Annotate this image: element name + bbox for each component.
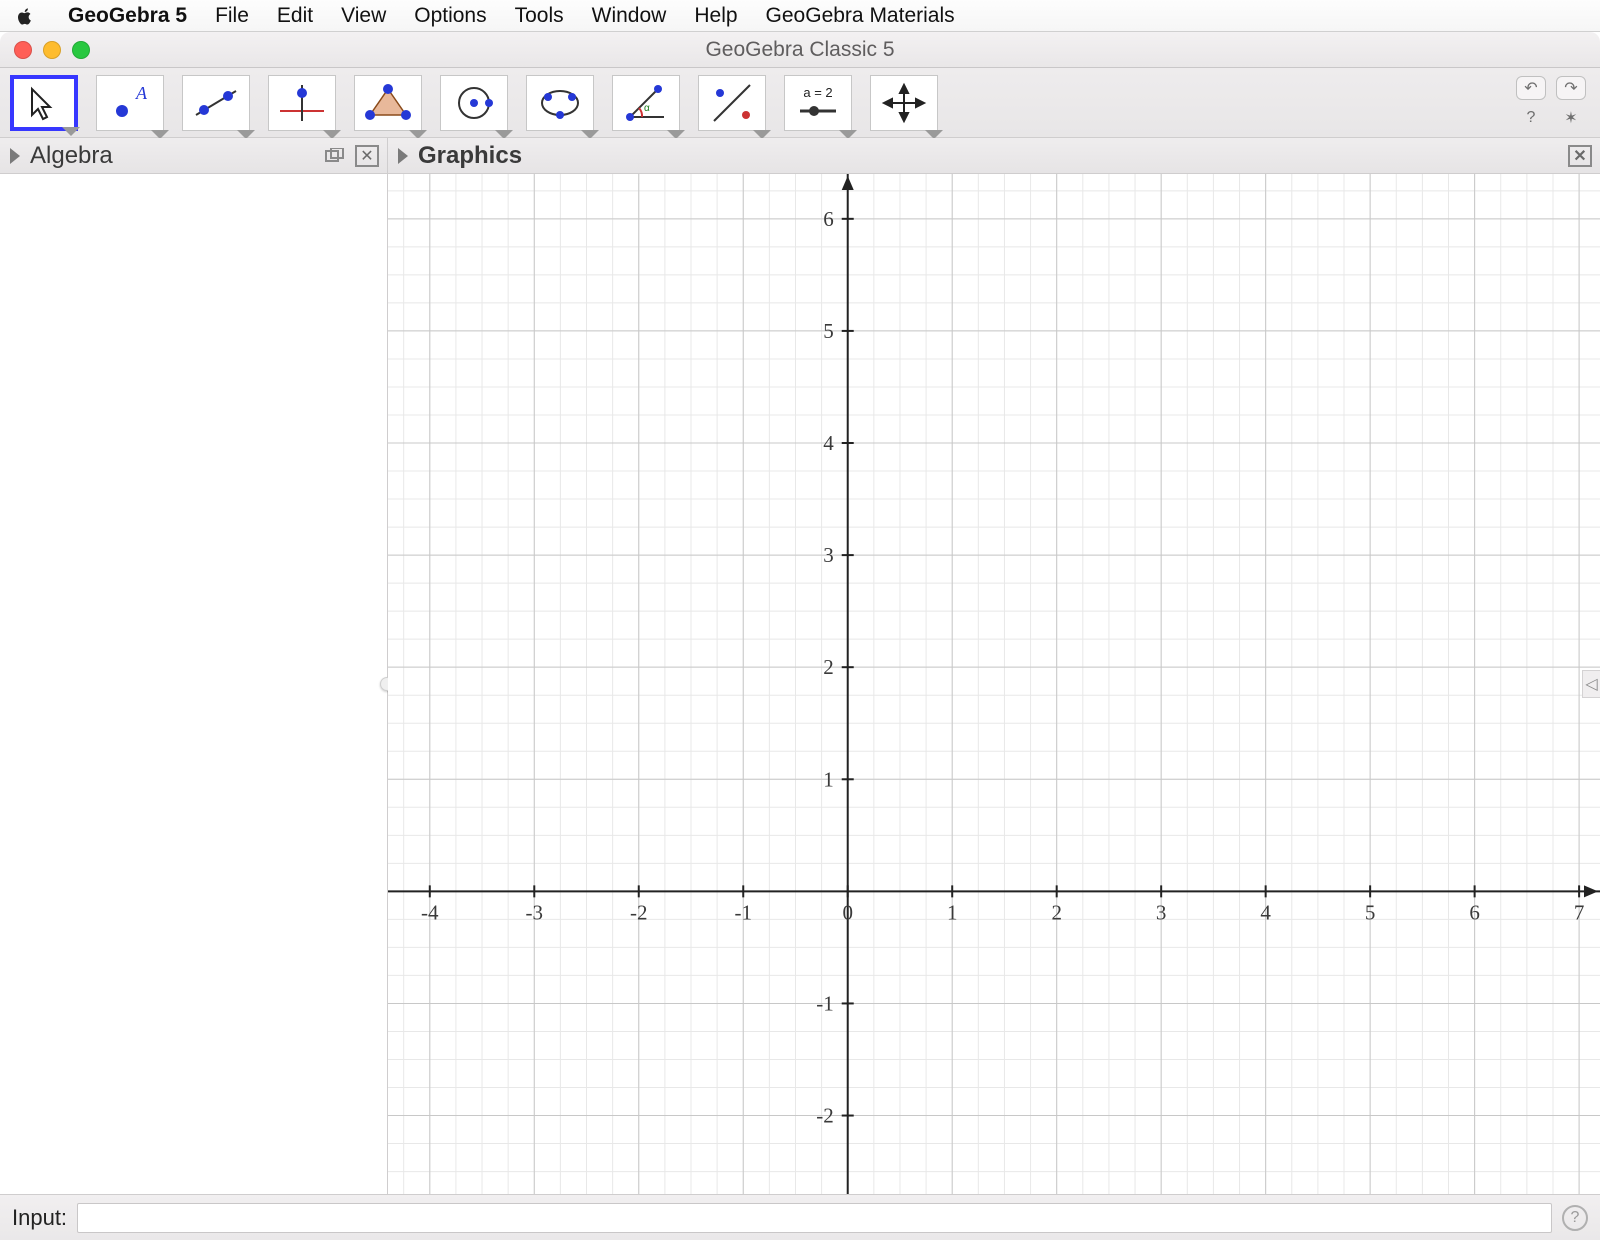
svg-text:-1: -1 [734, 900, 752, 924]
graphics-panel-header[interactable]: Graphics ✕ [388, 138, 1600, 174]
svg-text:-3: -3 [526, 900, 544, 924]
move-graphics-tool[interactable] [870, 75, 938, 131]
svg-text:-4: -4 [421, 900, 439, 924]
settings-icon[interactable]: ✶ [1556, 106, 1586, 130]
algebra-panel[interactable] [0, 174, 388, 1194]
ellipse-tool[interactable] [526, 75, 594, 131]
svg-text:6: 6 [1469, 900, 1480, 924]
menu-edit[interactable]: Edit [263, 4, 327, 28]
algebra-title: Algebra [30, 142, 113, 170]
input-label: Input: [12, 1205, 67, 1231]
tool-dropdown-icon[interactable] [62, 127, 80, 136]
svg-text:1: 1 [947, 900, 958, 924]
panel-close-icon[interactable]: ✕ [355, 145, 379, 167]
redo-button[interactable]: ↷ [1556, 76, 1586, 100]
point-tool[interactable]: A [96, 75, 164, 131]
svg-text:A: A [135, 83, 148, 103]
side-panel-toggle-icon[interactable]: ◁ [1582, 670, 1600, 698]
perpendicular-tool[interactable] [268, 75, 336, 131]
svg-text:-2: -2 [816, 1104, 834, 1128]
mac-menubar: GeoGebra 5 File Edit View Options Tools … [0, 0, 1600, 32]
svg-text:1: 1 [823, 767, 834, 791]
help-icon[interactable]: ? [1516, 106, 1546, 130]
svg-text:α: α [644, 103, 650, 114]
panel-window-icon[interactable] [323, 145, 347, 167]
collapse-icon[interactable] [398, 148, 408, 164]
menu-window[interactable]: Window [578, 4, 681, 28]
menu-app[interactable]: GeoGebra 5 [54, 4, 201, 28]
toolbar: A α a = 2 ↶ ↷ [0, 68, 1600, 138]
svg-text:-1: -1 [816, 991, 834, 1015]
menu-file[interactable]: File [201, 4, 263, 28]
move-tool[interactable] [10, 75, 78, 131]
svg-text:2: 2 [823, 655, 834, 679]
graphics-title: Graphics [418, 142, 522, 170]
input-field[interactable] [77, 1203, 1552, 1233]
menu-help[interactable]: Help [680, 4, 751, 28]
svg-text:2: 2 [1051, 900, 1062, 924]
input-help-icon[interactable]: ? [1562, 1205, 1588, 1231]
menu-tools[interactable]: Tools [501, 4, 578, 28]
collapse-icon[interactable] [10, 148, 20, 164]
svg-text:-2: -2 [630, 900, 648, 924]
svg-text:3: 3 [823, 543, 834, 567]
window-maximize-button[interactable] [72, 41, 90, 59]
reflect-tool[interactable] [698, 75, 766, 131]
svg-text:5: 5 [823, 319, 834, 343]
svg-text:4: 4 [1260, 900, 1271, 924]
algebra-panel-header[interactable]: Algebra ✕ [0, 138, 388, 174]
svg-text:a = 2: a = 2 [803, 85, 832, 100]
coordinate-plane[interactable]: -4 -3 -2 -1 0 1 2 3 4 5 6 7 -2 -1 1 2 3 4 5 6 [388, 174, 1600, 1194]
svg-text:0: 0 [842, 900, 853, 924]
apple-icon[interactable] [14, 5, 36, 27]
slider-tool[interactable]: a = 2 [784, 75, 852, 131]
svg-text:6: 6 [823, 207, 834, 231]
circle-tool[interactable] [440, 75, 508, 131]
window-titlebar: GeoGebra Classic 5 [0, 32, 1600, 68]
menu-view[interactable]: View [327, 4, 400, 28]
menu-options[interactable]: Options [400, 4, 500, 28]
polygon-tool[interactable] [354, 75, 422, 131]
svg-text:5: 5 [1365, 900, 1376, 924]
menu-materials[interactable]: GeoGebra Materials [752, 4, 969, 28]
svg-text:4: 4 [823, 431, 834, 455]
input-bar: Input: ? [0, 1194, 1600, 1240]
undo-button[interactable]: ↶ [1516, 76, 1546, 100]
window-minimize-button[interactable] [43, 41, 61, 59]
window-title: GeoGebra Classic 5 [0, 38, 1600, 62]
angle-tool[interactable]: α [612, 75, 680, 131]
window-close-button[interactable] [14, 41, 32, 59]
svg-text:7: 7 [1574, 900, 1585, 924]
graphics-panel[interactable]: -4 -3 -2 -1 0 1 2 3 4 5 6 7 -2 -1 1 2 3 4 5 6 ◁ [388, 174, 1600, 1194]
line-tool[interactable] [182, 75, 250, 131]
panel-close-icon[interactable]: ✕ [1568, 145, 1592, 167]
svg-text:3: 3 [1156, 900, 1167, 924]
